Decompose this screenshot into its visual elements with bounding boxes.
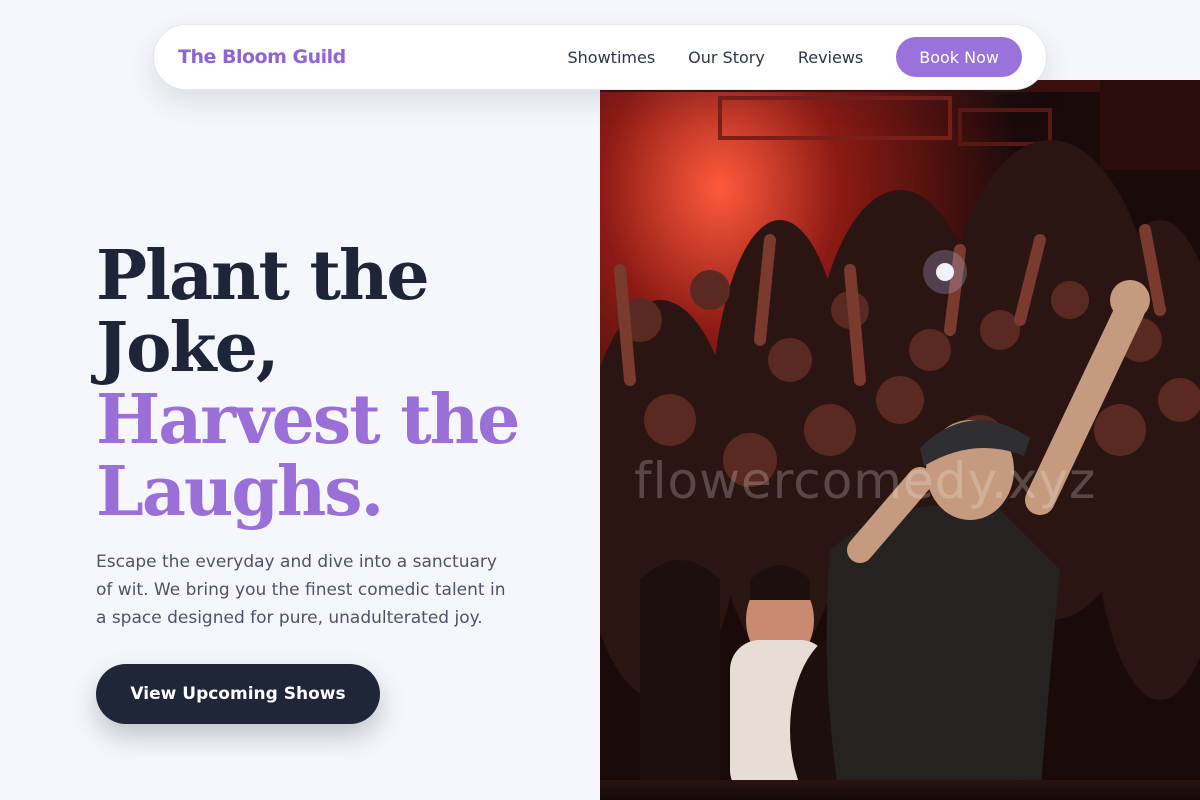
- nav-link-showtimes[interactable]: Showtimes: [568, 48, 656, 67]
- landing-page: flowercomedy.xyz The Bloom Guild Showtim…: [0, 0, 1200, 800]
- hero-subtitle: Escape the everyday and dive into a sanc…: [96, 552, 506, 628]
- nav-links: Showtimes Our Story Reviews Book Now: [568, 37, 1022, 77]
- book-now-button[interactable]: Book Now: [896, 37, 1022, 77]
- brand-logo[interactable]: The Bloom Guild: [178, 46, 346, 68]
- nav-link-our-story[interactable]: Our Story: [688, 48, 765, 67]
- headline-line-4: Laughs.: [96, 452, 384, 532]
- hero-headline: Plant the Joke, Harvest the Laughs.: [96, 240, 596, 528]
- headline-line-1: Plant the: [96, 236, 430, 316]
- image-watermark: flowercomedy.xyz: [634, 452, 1097, 510]
- navbar: The Bloom Guild Showtimes Our Story Revi…: [153, 24, 1047, 90]
- headline-line-2: Joke,: [96, 308, 280, 388]
- nav-link-reviews[interactable]: Reviews: [798, 48, 863, 67]
- hero-photo: flowercomedy.xyz: [600, 80, 1200, 800]
- headline-line-3: Harvest the: [96, 380, 520, 460]
- view-upcoming-shows-button[interactable]: View Upcoming Shows: [96, 664, 380, 724]
